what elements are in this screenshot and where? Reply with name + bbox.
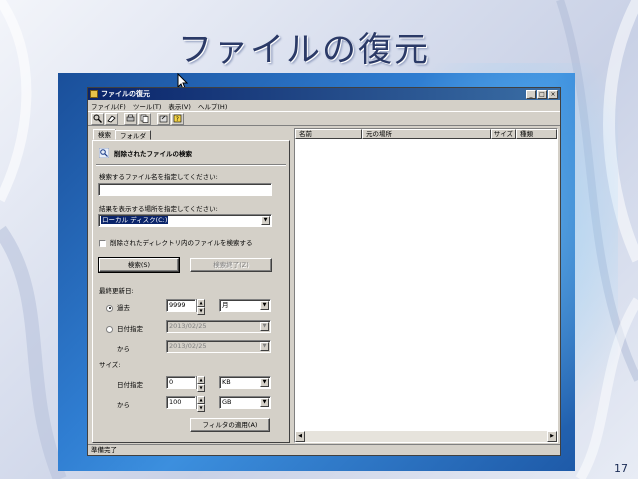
menu-file[interactable]: ファイル(F)	[91, 101, 126, 111]
search-pane: 検索 フォルダ 削除されたファイルの検索 検索するファイル名を指定してください:…	[90, 128, 290, 443]
chevron-down-icon[interactable]: ▼	[260, 378, 269, 387]
date-to-value: 2013/02/25	[169, 342, 207, 350]
tab-folder[interactable]: フォルダ	[115, 130, 151, 140]
help-icon: ?	[173, 114, 182, 123]
print-icon	[126, 114, 135, 122]
menu-help[interactable]: ヘルプ(H)	[198, 101, 227, 111]
menu-tools[interactable]: ツール(T)	[133, 101, 162, 111]
scroll-track[interactable]	[305, 431, 547, 442]
last-modified-label: 最終更新日:	[99, 287, 134, 295]
past-option[interactable]: 過去	[106, 302, 130, 312]
chevron-down-icon[interactable]: ▼	[260, 342, 269, 351]
app-icon	[90, 90, 98, 98]
search-tool-button[interactable]	[91, 112, 104, 125]
page-number: 17	[614, 462, 628, 475]
size-label: サイズ:	[99, 361, 121, 369]
column-header-original-location[interactable]: 元の場所	[362, 129, 491, 139]
size-max-unit-value: GB	[222, 398, 232, 406]
export-icon	[159, 115, 168, 123]
stop-search-button[interactable]: 検索終了(Z)	[190, 258, 272, 272]
copy-icon	[140, 114, 149, 123]
date-from-input[interactable]: 2013/02/25 ▼	[166, 320, 271, 333]
menu-view[interactable]: 表示(V)	[168, 101, 191, 111]
location-value: ローカル ディスク(C:)	[101, 216, 169, 224]
size-min-unit-value: KB	[222, 378, 231, 386]
status-bar: 準備完了	[88, 444, 560, 455]
export-tool-button[interactable]	[157, 112, 170, 125]
search-section-title: 削除されたファイルの検索	[114, 150, 192, 158]
apply-filter-button[interactable]: フィルタの適用(A)	[190, 418, 270, 432]
scroll-right-icon[interactable]: ▶	[547, 431, 557, 442]
chevron-down-icon[interactable]: ▼	[260, 322, 269, 331]
main-panes: 検索 フォルダ 削除されたファイルの検索 検索するファイル名を指定してください:…	[90, 128, 558, 443]
column-header-name[interactable]: 名前	[295, 129, 362, 139]
size-min-input[interactable]: 0	[166, 376, 196, 389]
eraser-icon	[107, 115, 116, 123]
size-max-input[interactable]: 100	[166, 396, 196, 409]
copy-tool-button[interactable]	[138, 112, 151, 125]
date-to-input[interactable]: 2013/02/25 ▼	[166, 340, 271, 353]
divider	[96, 164, 286, 166]
chevron-down-icon[interactable]: ▼	[260, 301, 269, 310]
window-title: ファイルの復元	[101, 90, 150, 98]
tab-search[interactable]: 検索	[93, 129, 116, 140]
date-from-value: 2013/02/25	[169, 322, 207, 330]
chevron-down-icon[interactable]: ▼	[261, 216, 270, 225]
search-button[interactable]: 検索(S)	[98, 257, 180, 273]
scroll-left-icon[interactable]: ◀	[295, 431, 305, 442]
toolbar: ?	[88, 111, 560, 126]
size-min-stepper[interactable]: ▲ ▼	[196, 376, 205, 392]
help-tool-button[interactable]: ?	[171, 112, 184, 125]
date-from-label: から	[117, 345, 130, 353]
file-recovery-window: ファイルの復元 _ □ × ファイル(F) ツール(T) 表示(V) ヘルプ(H…	[87, 87, 561, 456]
minimize-button[interactable]: _	[526, 89, 536, 99]
search-icon	[93, 114, 102, 123]
filename-input[interactable]	[98, 183, 272, 196]
past-radio[interactable]	[106, 304, 113, 312]
location-label: 結果を表示する場所を指定してください:	[99, 205, 218, 213]
size-max-stepper[interactable]: ▲ ▼	[196, 396, 205, 412]
pane-tabs: 検索 フォルダ	[90, 128, 290, 140]
search-section-header: 削除されたファイルの検索	[99, 148, 192, 158]
size-min-unit-combo[interactable]: KB ▼	[219, 376, 271, 389]
close-button[interactable]: ×	[548, 89, 558, 99]
results-header: 名前 元の場所 サイズ 種類	[295, 129, 557, 139]
svg-text:?: ?	[176, 116, 179, 123]
subdir-option[interactable]: 削除されたディレクトリ内のファイルを検索する	[99, 237, 253, 247]
magnifier-icon	[99, 148, 109, 158]
window-titlebar[interactable]: ファイルの復元 _ □ ×	[88, 88, 560, 100]
column-header-type[interactable]: 種類	[516, 129, 557, 139]
past-value-input[interactable]: 9999	[166, 299, 196, 312]
print-tool-button[interactable]	[124, 112, 137, 125]
past-unit-value: 月	[222, 301, 229, 309]
search-panel: 削除されたファイルの検索 検索するファイル名を指定してください: 結果を表示する…	[92, 140, 290, 443]
subdir-checkbox[interactable]	[99, 239, 106, 247]
subdir-checkbox-label: 削除されたディレクトリ内のファイルを検索する	[110, 239, 253, 247]
horizontal-scrollbar[interactable]: ◀ ▶	[295, 431, 557, 442]
maximize-button[interactable]: □	[537, 89, 547, 99]
past-radio-label: 過去	[117, 304, 130, 312]
past-value-stepper[interactable]: ▲ ▼	[196, 299, 205, 315]
past-unit-combo[interactable]: 月 ▼	[219, 299, 271, 312]
column-header-size[interactable]: サイズ	[491, 129, 516, 139]
filename-label: 検索するファイル名を指定してください:	[99, 173, 218, 181]
size-max-unit-combo[interactable]: GB ▼	[219, 396, 271, 409]
eraser-tool-button[interactable]	[105, 112, 118, 125]
size-specify-label: 日付指定	[117, 381, 143, 389]
location-combo[interactable]: ローカル ディスク(C:) ▼	[98, 214, 272, 227]
size-from-label: から	[117, 401, 130, 409]
date-option[interactable]: 日付指定	[106, 323, 143, 333]
menu-bar: ファイル(F) ツール(T) 表示(V) ヘルプ(H)	[88, 100, 560, 111]
chevron-down-icon[interactable]: ▼	[260, 398, 269, 407]
date-radio-label: 日付指定	[117, 325, 143, 333]
results-list[interactable]: 名前 元の場所 サイズ 種類 ◀ ▶	[294, 128, 558, 443]
date-radio[interactable]	[106, 325, 113, 333]
